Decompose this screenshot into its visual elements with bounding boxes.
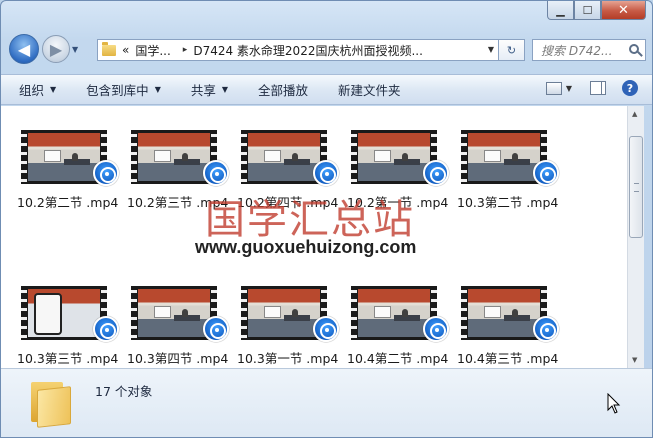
media-player-icon (533, 316, 559, 342)
address-segment-current[interactable]: D7424 素水命理2022国庆杭州面授视频... (193, 42, 423, 59)
minimize-button[interactable]: ▁ (547, 1, 574, 20)
media-player-icon (313, 316, 339, 342)
folder-icon (29, 380, 71, 428)
address-segment-parent[interactable]: 国学... (135, 42, 170, 59)
search-icon[interactable] (629, 44, 639, 54)
media-player-icon (423, 316, 449, 342)
media-player-icon (93, 316, 119, 342)
change-view-icon[interactable] (545, 81, 562, 95)
chevron-down-icon: ▼ (50, 85, 57, 94)
media-player-icon (203, 160, 229, 186)
address-dropdown-icon[interactable]: ▼ (488, 45, 494, 54)
caption-buttons: ▁ ☐ ✕ (547, 1, 646, 20)
file-name: 10.3第四节 .mp4 (127, 351, 229, 366)
organize-label: 组织 (19, 83, 45, 98)
media-player-icon (93, 160, 119, 186)
media-player-icon (313, 160, 339, 186)
media-player-icon (423, 160, 449, 186)
forward-button[interactable]: ▶ (42, 35, 70, 63)
item-count: 17 个对象 (95, 384, 153, 399)
search-placeholder: 搜索 D742... (541, 43, 613, 58)
explorer-window: ▁ ☐ ✕ ◀ ▶ ▼ « 国学... ▸ D7424 素水命理2022国庆杭州… (0, 0, 653, 438)
details-pane: 17 个对象 (1, 368, 652, 437)
help-icon[interactable]: ? (622, 80, 638, 96)
close-button[interactable]: ✕ (601, 1, 646, 20)
refresh-button[interactable]: ↻ (499, 39, 525, 61)
back-arrow-icon: ◀ (17, 39, 31, 59)
file-name: 10.3第三节 .mp4 (17, 351, 119, 366)
chevron-down-icon: ▼ (221, 85, 229, 94)
recent-pages-dropdown[interactable]: ▼ (72, 45, 78, 54)
back-button[interactable]: ◀ (9, 34, 39, 64)
folder-icon (102, 41, 116, 56)
maximize-button[interactable]: ☐ (574, 1, 601, 20)
media-player-icon (533, 160, 559, 186)
share-label: 共享 (190, 83, 216, 98)
scroll-up-icon[interactable]: ▲ (632, 110, 637, 118)
forward-arrow-icon: ▶ (49, 39, 63, 59)
file-name: 10.2第二节 .mp4 (17, 195, 119, 210)
watermark-url: www.guoxuehuizong.com (195, 237, 417, 257)
refresh-icon: ↻ (506, 43, 517, 57)
address-overflow[interactable]: « (122, 43, 129, 57)
file-name: 10.3第一节 .mp4 (237, 351, 339, 366)
include-library-label: 包含到库中 (86, 83, 149, 98)
scroll-down-icon[interactable]: ▼ (632, 356, 637, 364)
new-folder-button[interactable]: 新建文件夹 (338, 80, 401, 99)
navigation-buttons: ◀ ▶ ▼ (9, 34, 78, 64)
media-player-icon (203, 316, 229, 342)
file-name: 10.4第二节 .mp4 (347, 351, 449, 366)
file-name: 10.4第三节 .mp4 (457, 351, 559, 366)
share-menu[interactable]: 共享 ▼ (191, 80, 228, 99)
view-controls: ▼ ? (545, 80, 638, 96)
include-library-menu[interactable]: 包含到库中 ▼ (86, 80, 161, 99)
vertical-scrollbar[interactable]: ▲ ▼ (627, 106, 644, 368)
command-bar: 组织 ▼ 包含到库中 ▼ 共享 ▼ 全部播放 新建文件夹 ▼ ? (1, 74, 652, 105)
chevron-right-icon[interactable]: ▸ (183, 45, 188, 55)
organize-menu[interactable]: 组织 ▼ (19, 80, 56, 99)
play-all-button[interactable]: 全部播放 (258, 80, 308, 99)
scrollbar-thumb[interactable] (629, 136, 643, 238)
search-input[interactable]: 搜索 D742... (532, 39, 646, 61)
file-name: 10.3第二节 .mp4 (457, 195, 559, 210)
address-bar[interactable]: « 国学... ▸ D7424 素水命理2022国庆杭州面授视频... ▼ (97, 39, 499, 61)
preview-pane-icon[interactable] (590, 81, 606, 95)
view-options-dropdown[interactable]: ▼ (566, 84, 572, 93)
chevron-down-icon: ▼ (154, 85, 161, 94)
